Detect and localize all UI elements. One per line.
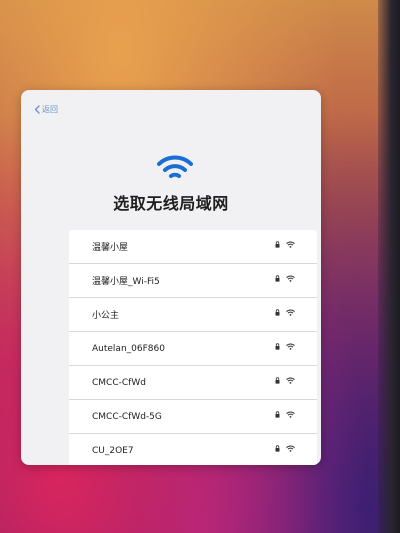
network-name: 温馨小屋_Wi-Fi5 [92, 277, 160, 287]
network-row[interactable]: CMCC-CfWd [69, 366, 317, 400]
wifi-icon [286, 343, 295, 350]
wifi-icon [286, 377, 295, 384]
network-name: CMCC-CfWd [92, 377, 146, 388]
device-bezel [378, 0, 400, 533]
back-label: 返回 [42, 105, 58, 114]
network-name: CU_2OE7 [92, 445, 134, 456]
network-list: 温馨小屋 温馨小屋_Wi-Fi5 小公主 Autelan_06F860 CMCC… [69, 230, 317, 465]
network-row[interactable]: CU_2OE7 [69, 434, 317, 465]
wifi-icon [286, 445, 295, 452]
lock-icon [275, 445, 280, 452]
network-row[interactable]: 温馨小屋 [69, 230, 317, 264]
back-button[interactable]: 返回 [34, 104, 58, 115]
network-name: CMCC-CfWd-5G [92, 411, 162, 422]
chevron-left-icon [34, 105, 40, 114]
lock-icon [275, 411, 280, 418]
wifi-icon [286, 411, 295, 418]
page-title: 选取无线局域网 [113, 194, 229, 213]
lock-icon [275, 241, 280, 248]
lock-icon [275, 309, 280, 316]
network-row[interactable]: CMCC-CfWd-5G [69, 400, 317, 434]
network-row[interactable]: 温馨小屋_Wi-Fi5 [69, 264, 317, 298]
network-row[interactable]: Autelan_06F860 [69, 332, 317, 366]
network-name: Autelan_06F860 [92, 343, 165, 354]
network-row[interactable]: 小公主 [69, 298, 317, 332]
wifi-icon [286, 275, 295, 282]
wifi-setup-sheet: 返回 选取无线局域网 温馨小屋 温馨小屋_Wi-Fi5 小公主 Autelan_… [21, 90, 321, 465]
lock-icon [275, 377, 280, 384]
network-name: 温馨小屋 [92, 243, 129, 253]
wifi-icon [157, 155, 193, 178]
lock-icon [275, 343, 280, 350]
network-name: 小公主 [92, 311, 120, 321]
wifi-icon [286, 309, 295, 316]
lock-icon [275, 275, 280, 282]
wifi-icon [286, 241, 295, 248]
